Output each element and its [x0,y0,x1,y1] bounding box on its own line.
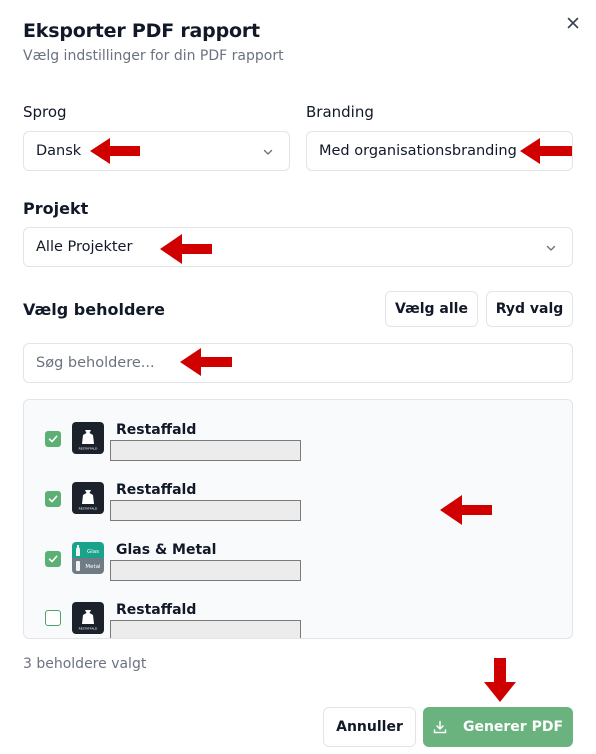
containers-label: Vælg beholdere [23,300,165,319]
item-name: Restaffald [116,482,197,498]
download-icon [433,720,447,734]
checkbox[interactable] [45,551,61,567]
item-redacted-field [110,440,301,461]
select-all-button[interactable]: Vælg alle [385,291,478,327]
checkbox[interactable] [45,431,61,447]
item-name: Restaffald [116,422,197,438]
restaffald-bin-icon: RESTAFFALD [72,482,104,514]
item-name: Glas & Metal [116,542,217,558]
branding-value: Med organisationsbranding [319,143,517,159]
generate-pdf-button[interactable]: Generer PDF [423,707,573,747]
item-name: Restaffald [116,602,197,618]
clear-selection-button[interactable]: Ryd valg [486,291,573,327]
selected-count: 3 beholdere valgt [23,656,147,672]
thumb-label: RESTAFFALD [79,627,98,631]
thumb-label-top: Glas [87,549,99,555]
annotation-arrow-left-icon [160,234,212,264]
branding-label: Branding [306,103,374,121]
close-button[interactable] [563,13,583,33]
item-redacted-field [110,620,301,638]
export-pdf-dialog: Eksporter PDF rapport Vælg indstillinger… [0,0,596,754]
list-item[interactable]: RESTAFFALD Restaffald [24,408,572,468]
thumb-label: RESTAFFALD [79,507,98,511]
annotation-arrow-left-icon [180,348,232,376]
container-search-field[interactable] [23,343,573,383]
project-select[interactable]: Alle Projekter [23,227,573,267]
check-icon [48,435,58,443]
chevron-down-icon [546,245,556,251]
glas-metal-bin-icon: Glas Metal [72,542,104,574]
dialog-title: Eksporter PDF rapport [23,20,260,42]
annotation-arrow-left-icon [440,495,492,525]
check-icon [48,555,58,563]
container-search-input[interactable] [36,355,572,371]
generate-pdf-label: Generer PDF [462,719,564,735]
close-icon [567,17,579,29]
check-icon [48,495,58,503]
restaffald-bin-icon: RESTAFFALD [72,602,104,634]
chevron-down-icon [263,149,273,155]
item-redacted-field [110,500,301,521]
checkbox[interactable] [45,610,61,626]
project-value: Alle Projekter [36,239,133,255]
thumb-label-bottom: Metal [85,564,101,570]
annotation-arrow-left-icon [90,138,140,164]
language-label: Sprog [23,103,67,121]
project-label: Projekt [23,199,89,218]
cancel-button[interactable]: Annuller [323,707,416,747]
language-select[interactable]: Dansk [23,131,290,171]
restaffald-bin-icon: RESTAFFALD [72,422,104,454]
list-item[interactable]: RESTAFFALD Restaffald [24,588,572,638]
annotation-arrow-left-icon [520,138,572,164]
dialog-subtitle: Vælg indstillinger for din PDF rapport [23,48,284,64]
thumb-label: RESTAFFALD [79,447,98,451]
annotation-arrow-down-icon [484,658,516,702]
language-value: Dansk [36,143,82,159]
list-item[interactable]: Glas Metal Glas & Metal [24,528,572,588]
checkbox[interactable] [45,491,61,507]
item-redacted-field [110,560,301,581]
